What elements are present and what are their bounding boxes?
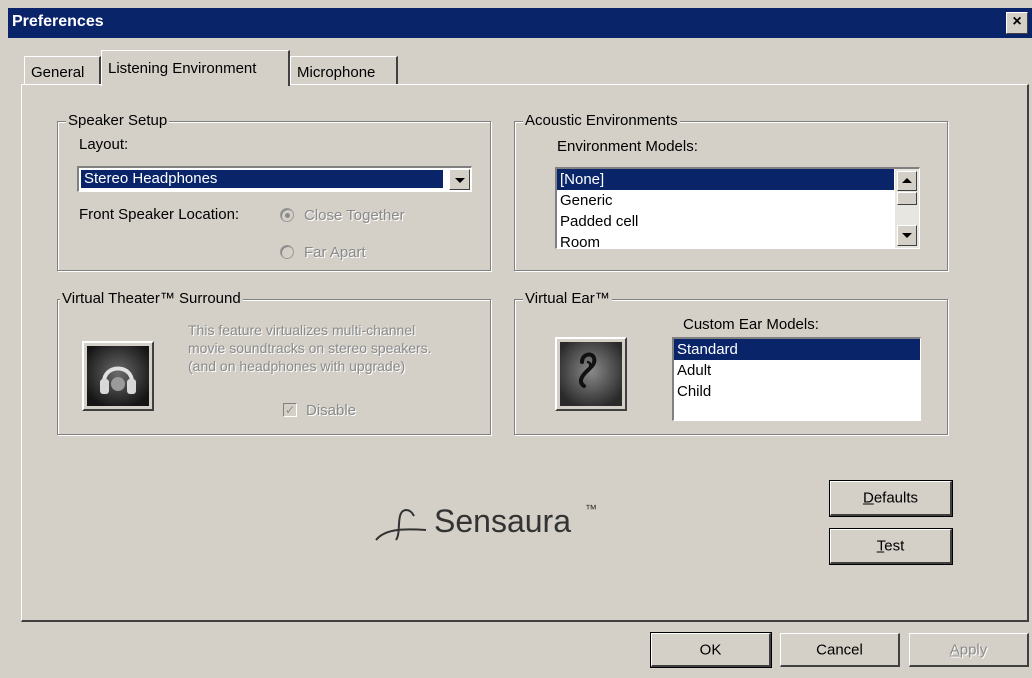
radio-dot-icon bbox=[285, 213, 290, 218]
cancel-button[interactable]: Cancel bbox=[780, 633, 900, 667]
layout-label: Layout: bbox=[79, 136, 129, 153]
ok-button[interactable]: OK bbox=[651, 633, 771, 667]
list-item[interactable]: Generic bbox=[557, 190, 919, 211]
defaults-button-label: Defaults bbox=[862, 489, 919, 507]
far-apart-label: Far Apart bbox=[304, 244, 366, 261]
virtual-theater-desc-line1: This feature virtualizes multi-channel bbox=[188, 322, 416, 338]
front-speaker-location-label: Front Speaker Location: bbox=[79, 206, 240, 223]
virtual-theater-desc-line2: movie soundtracks on stereo speakers. bbox=[188, 340, 432, 356]
apply-button[interactable]: Apply bbox=[909, 633, 1029, 667]
tab-general[interactable]: General bbox=[24, 56, 101, 84]
virtual-ear-title: Virtual Ear™ bbox=[523, 290, 612, 307]
layout-dropdown-button[interactable] bbox=[449, 169, 470, 190]
sensaura-logo-text: Sensaura bbox=[434, 503, 571, 539]
headphones-icon bbox=[87, 346, 149, 406]
cancel-button-label: Cancel bbox=[816, 641, 863, 658]
environment-scrollbar[interactable] bbox=[895, 169, 919, 248]
disable-label: Disable bbox=[306, 402, 357, 419]
far-apart-radio[interactable] bbox=[280, 245, 294, 259]
environment-models-label: Environment Models: bbox=[557, 138, 698, 155]
apply-button-label: Apply bbox=[949, 641, 988, 658]
tab-listening-environment[interactable]: Listening Environment bbox=[101, 50, 290, 86]
list-item[interactable]: Standard bbox=[674, 339, 920, 360]
window-title: Preferences bbox=[12, 13, 104, 30]
test-button[interactable]: Test bbox=[830, 529, 952, 564]
custom-ear-models-listbox[interactable]: Standard Adult Child bbox=[672, 337, 921, 421]
list-item[interactable]: Room bbox=[557, 232, 919, 248]
close-button[interactable]: × bbox=[1006, 12, 1028, 34]
list-item[interactable]: Child bbox=[674, 381, 920, 402]
tab-microphone-label: Microphone bbox=[297, 64, 376, 81]
acoustic-environments-title: Acoustic Environments bbox=[523, 112, 680, 129]
sensaura-trademark: ™ bbox=[585, 502, 597, 516]
list-item[interactable]: Adult bbox=[674, 360, 920, 381]
sensaura-logo-icon bbox=[375, 509, 427, 541]
layout-combobox[interactable]: Stereo Headphones bbox=[77, 166, 472, 192]
list-item[interactable]: [None] bbox=[557, 169, 894, 190]
environment-models-listbox[interactable]: [None] Generic Padded cell Room bbox=[555, 167, 920, 249]
tab-listening-environment-label: Listening Environment bbox=[108, 60, 257, 77]
close-together-radio[interactable] bbox=[280, 208, 294, 222]
test-button-label: Test bbox=[876, 537, 905, 555]
title-bar[interactable]: Preferences × bbox=[8, 8, 1032, 38]
tab-microphone[interactable]: Microphone bbox=[290, 56, 398, 84]
chevron-up-icon bbox=[902, 178, 912, 183]
scroll-down-button[interactable] bbox=[897, 225, 917, 246]
layout-selected-value: Stereo Headphones bbox=[80, 169, 444, 189]
tab-general-label: General bbox=[31, 64, 85, 81]
custom-ear-models-label: Custom Ear Models: bbox=[683, 316, 819, 333]
ear-icon bbox=[560, 342, 622, 406]
disable-checkbox[interactable]: ✓ bbox=[283, 403, 297, 417]
ok-button-label: OK bbox=[699, 641, 722, 658]
list-item[interactable]: Padded cell bbox=[557, 211, 919, 232]
chevron-down-icon bbox=[902, 233, 912, 238]
virtual-ear-button[interactable] bbox=[555, 337, 627, 411]
scroll-thumb[interactable] bbox=[897, 192, 917, 205]
virtual-theater-button[interactable] bbox=[82, 341, 154, 411]
scroll-up-button[interactable] bbox=[897, 171, 917, 191]
speaker-setup-title: Speaker Setup bbox=[66, 112, 170, 129]
defaults-button[interactable]: Defaults bbox=[830, 481, 952, 516]
chevron-down-icon bbox=[455, 178, 465, 183]
virtual-theater-title: Virtual Theater™ Surround bbox=[60, 290, 243, 307]
virtual-theater-desc-line3: (and on headphones with upgrade) bbox=[188, 358, 406, 374]
close-together-label: Close Together bbox=[304, 207, 405, 224]
